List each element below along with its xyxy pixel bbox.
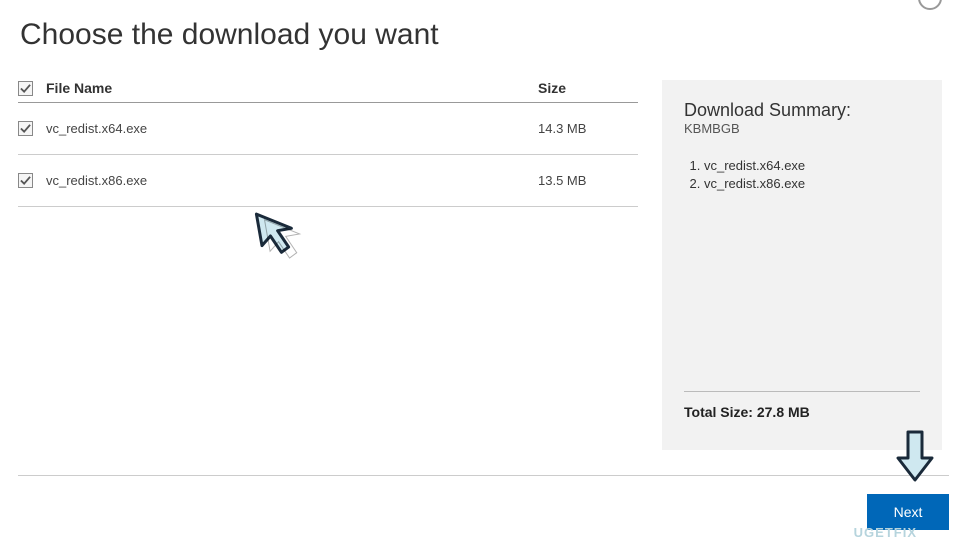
list-item: vc_redist.x64.exe xyxy=(704,158,920,173)
total-size-label: Total Size: 27.8 MB xyxy=(684,404,920,430)
filename-text: vc_redist.x64.exe xyxy=(46,121,538,136)
watermark: UGETFIX xyxy=(854,525,917,540)
divider xyxy=(684,391,920,392)
filename-text: vc_redist.x86.exe xyxy=(46,173,538,188)
table-row: vc_redist.x64.exe 14.3 MB xyxy=(18,103,638,155)
table-row: vc_redist.x86.exe 13.5 MB xyxy=(18,155,638,207)
page-title: Choose the download you want xyxy=(0,0,967,52)
summary-list: vc_redist.x64.exe vc_redist.x86.exe xyxy=(684,158,920,377)
size-text: 13.5 MB xyxy=(538,173,638,188)
divider xyxy=(18,475,949,476)
row-checkbox[interactable] xyxy=(18,173,33,188)
list-item: vc_redist.x86.exe xyxy=(704,176,920,191)
row-checkbox[interactable] xyxy=(18,121,33,136)
download-summary-panel: Download Summary: KBMBGB vc_redist.x64.e… xyxy=(662,80,942,450)
table-header: File Name Size xyxy=(18,80,638,103)
file-table: File Name Size vc_redist.x64.exe 14.3 MB… xyxy=(18,80,638,450)
column-header-filename: File Name xyxy=(46,80,538,96)
summary-subtitle: KBMBGB xyxy=(684,121,920,136)
summary-title: Download Summary: xyxy=(684,100,920,121)
close-icon[interactable] xyxy=(918,0,942,12)
select-all-checkbox[interactable] xyxy=(18,81,33,96)
size-text: 14.3 MB xyxy=(538,121,638,136)
column-header-size: Size xyxy=(538,80,638,96)
